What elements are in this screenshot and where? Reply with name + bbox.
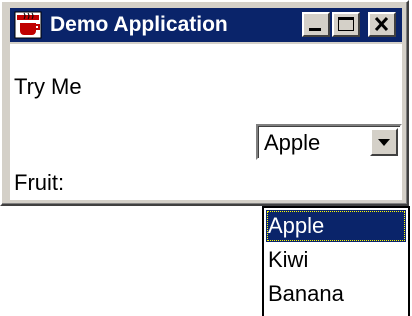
content-pane: Try Me Fruit: (10, 44, 402, 200)
fruit-dropdown-list: Apple Kiwi Banana (262, 206, 410, 316)
combo-dropdown-button[interactable] (370, 128, 398, 156)
minimize-button[interactable] (302, 12, 330, 37)
title-bar[interactable]: Demo Application (10, 8, 402, 42)
dropdown-option-apple[interactable]: Apple (266, 210, 406, 242)
dropdown-option-banana[interactable]: Banana (266, 278, 406, 310)
close-button[interactable] (368, 12, 396, 37)
window-title: Demo Application (50, 13, 228, 36)
java-app-icon (14, 11, 42, 39)
try-me-label: Try Me (14, 74, 82, 99)
maximize-button[interactable] (332, 12, 360, 37)
chevron-down-icon (378, 139, 390, 146)
application-window: Demo Application Try Me Fruit: Apple (0, 0, 409, 206)
fruit-combo-box[interactable]: Apple (256, 124, 402, 160)
dropdown-option-kiwi[interactable]: Kiwi (266, 244, 406, 276)
fruit-label: Fruit: (14, 170, 65, 195)
combo-selected-value: Apple (264, 130, 321, 155)
